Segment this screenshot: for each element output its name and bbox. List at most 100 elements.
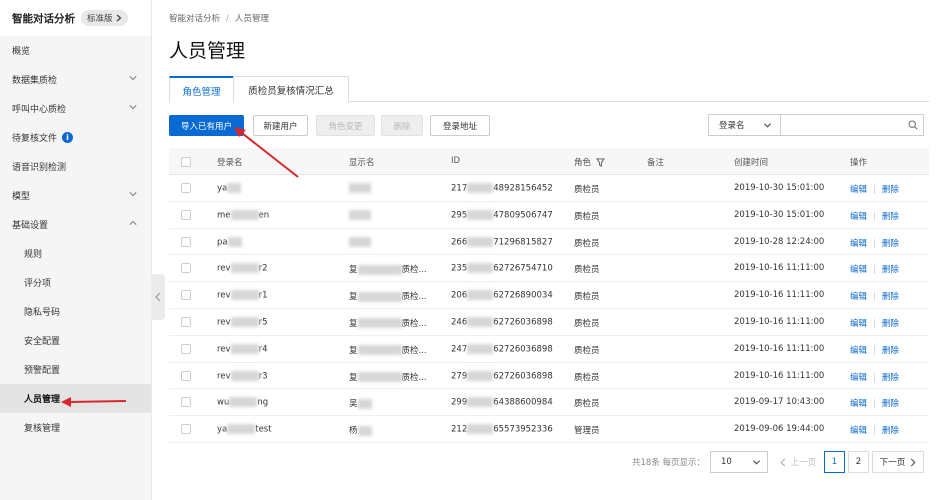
edit-link[interactable]: 编辑 bbox=[850, 426, 867, 436]
search-input[interactable] bbox=[781, 115, 903, 135]
row-checkbox[interactable] bbox=[181, 316, 191, 327]
cell-login-name: wu ng bbox=[217, 397, 268, 408]
display-visible: 复 bbox=[349, 318, 358, 329]
delete-link[interactable]: 删除 bbox=[882, 212, 899, 222]
import-users-button[interactable]: 导入已有用户 bbox=[169, 115, 244, 136]
sidebar-item[interactable]: 复核管理 bbox=[0, 413, 151, 442]
sidebar-item[interactable]: 语音识别检测 bbox=[0, 152, 151, 181]
redacted-text bbox=[357, 345, 402, 356]
table-row[interactable]: me en 295 47809506747 质检员 2019-10-30 15:01:00… bbox=[169, 202, 929, 229]
role-change-button[interactable]: 角色变更 bbox=[316, 115, 375, 136]
cell-display-name: 复 质检... bbox=[349, 344, 427, 356]
sidebar-item[interactable]: 隐私号码 bbox=[0, 297, 151, 326]
cell-login-name: rev r4 bbox=[217, 343, 267, 354]
edit-link[interactable]: 编辑 bbox=[850, 373, 867, 383]
sidebar-item[interactable]: 模型 bbox=[0, 181, 151, 210]
row-checkbox[interactable] bbox=[181, 263, 191, 274]
table-row[interactable]: rev r5 复 质检... 246 62726036898 质检员 2019-10-16 1… bbox=[169, 309, 929, 336]
edit-link[interactable]: 编辑 bbox=[850, 346, 867, 356]
search-field-value: 登录名 bbox=[719, 121, 745, 131]
page-1-button[interactable]: 1 bbox=[824, 451, 845, 473]
cell-created-time: 2019-09-06 19:44:00 bbox=[734, 424, 825, 435]
edit-link[interactable]: 编辑 bbox=[850, 212, 867, 222]
delete-link[interactable]: 删除 bbox=[882, 265, 899, 275]
sidebar-item[interactable]: 呼叫中心质检 bbox=[0, 94, 151, 123]
search-field-select[interactable]: 登录名 bbox=[709, 115, 781, 135]
sidebar-header: 智能对话分析 标准版 bbox=[0, 0, 151, 36]
page-2-button[interactable]: 2 bbox=[848, 451, 869, 473]
delete-link[interactable]: 删除 bbox=[882, 346, 899, 356]
sidebar-item[interactable]: 预警配置 bbox=[0, 355, 151, 384]
edition-badge[interactable]: 标准版 bbox=[81, 10, 128, 26]
delete-link[interactable]: 删除 bbox=[882, 239, 899, 249]
sidebar-item[interactable]: 概览 bbox=[0, 36, 151, 65]
row-checkbox[interactable] bbox=[181, 236, 191, 247]
row-checkbox[interactable] bbox=[181, 370, 191, 381]
new-user-button[interactable]: 新建用户 bbox=[253, 115, 308, 136]
redacted-text bbox=[357, 425, 372, 436]
login-visible: wu bbox=[217, 397, 230, 408]
table-row[interactable]: rev r2 复 质检... 235 62726754710 质检员 2019-10-16 1… bbox=[169, 255, 929, 283]
sidebar-item[interactable]: 评分项 bbox=[0, 268, 151, 297]
table-row[interactable]: rev r3 复 质检... 279 62726036898 质检员 2019-10-16 1… bbox=[169, 363, 929, 390]
cell-role: 质检员 bbox=[574, 265, 600, 276]
edit-link[interactable]: 编辑 bbox=[850, 185, 867, 195]
table-row[interactable]: wu ng 吴 299 64388600984 质检员 2019-09-17 10:43:0… bbox=[169, 389, 929, 417]
cell-display-name: 杨 bbox=[349, 424, 372, 436]
select-all-checkbox[interactable] bbox=[181, 157, 191, 167]
edit-link[interactable]: 编辑 bbox=[850, 319, 867, 329]
search-bar: 登录名 bbox=[708, 114, 924, 136]
edit-link[interactable]: 编辑 bbox=[850, 399, 867, 409]
delete-link[interactable]: 删除 bbox=[882, 373, 899, 383]
info-icon[interactable]: i bbox=[62, 132, 74, 143]
table-row[interactable]: ya 217 48928156452 质检员 2019-10-30 15:01:00 编辑… bbox=[169, 175, 929, 202]
delete-link[interactable]: 删除 bbox=[882, 426, 899, 436]
cell-created-time: 2019-10-30 15:01:00 bbox=[734, 209, 825, 220]
row-checkbox[interactable] bbox=[181, 424, 191, 435]
tab-role-management[interactable]: 角色管理 bbox=[169, 76, 234, 103]
table-row[interactable]: pa 266 71296815827 质检员 2019-10-28 12:24:00 编辑… bbox=[169, 229, 929, 256]
cell-created-time: 2019-10-16 11:11:00 bbox=[734, 316, 825, 327]
prev-page-button[interactable]: 上一页 bbox=[774, 451, 822, 473]
display-tail: 质检... bbox=[401, 345, 427, 356]
breadcrumb-root[interactable]: 智能对话分析 bbox=[169, 14, 220, 24]
row-checkbox[interactable] bbox=[181, 183, 191, 193]
table-row[interactable]: rev r4 复 质检... 247 62726036898 质检员 2019-10-16 1… bbox=[169, 336, 929, 363]
page-size-select[interactable]: 10 bbox=[710, 451, 768, 473]
search-icon[interactable] bbox=[903, 115, 923, 135]
delete-link[interactable]: 删除 bbox=[882, 292, 899, 302]
edit-link[interactable]: 编辑 bbox=[850, 292, 867, 302]
tab-reviewer-summary[interactable]: 质检员复核情况汇总 bbox=[233, 76, 349, 102]
table-row[interactable]: rev r1 复 质检... 206 62726890034 质检员 2019-10-16 1… bbox=[169, 282, 929, 309]
edit-link[interactable]: 编辑 bbox=[850, 265, 867, 275]
row-checkbox[interactable] bbox=[181, 343, 191, 354]
filter-icon[interactable] bbox=[595, 158, 605, 167]
cell-login-name: me en bbox=[217, 209, 269, 220]
sidebar-item[interactable]: 基础设置 bbox=[0, 210, 151, 239]
delete-link[interactable]: 删除 bbox=[882, 185, 899, 195]
delete-button[interactable]: 删除 bbox=[381, 115, 423, 136]
chevron-down-icon bbox=[129, 192, 137, 197]
delete-link[interactable]: 删除 bbox=[882, 319, 899, 329]
tab-label: 角色管理 bbox=[182, 86, 221, 98]
id-tail: 62726036898 bbox=[493, 317, 553, 328]
main-content: 智能对话分析 / 人员管理 人员管理 角色管理 质检员复核情况汇总 导入已有用户 新… bbox=[152, 0, 942, 500]
edit-link[interactable]: 编辑 bbox=[850, 239, 867, 249]
next-page-button[interactable]: 下一页 bbox=[872, 451, 924, 473]
row-checkbox[interactable] bbox=[181, 397, 191, 408]
table-row[interactable]: ya test 杨 212 65573952336 管理员 2019-09-06 19:44… bbox=[169, 416, 929, 443]
sidebar-item[interactable]: 规则 bbox=[0, 239, 151, 268]
cell-display-name: 复 质检... bbox=[349, 317, 427, 329]
delete-link[interactable]: 删除 bbox=[882, 399, 899, 409]
row-checkbox[interactable] bbox=[181, 209, 191, 220]
sidebar-item[interactable]: 人员管理 bbox=[0, 384, 151, 413]
sidebar-item[interactable]: 安全配置 bbox=[0, 326, 151, 355]
sidebar-item[interactable]: 数据集质检 bbox=[0, 65, 151, 94]
id-head: 299 bbox=[451, 397, 468, 408]
breadcrumb-current: 人员管理 bbox=[234, 14, 269, 24]
login-tail: r5 bbox=[258, 317, 268, 328]
row-checkbox[interactable] bbox=[181, 290, 191, 301]
sidebar-item[interactable]: 待复核文件 i bbox=[0, 123, 151, 152]
table-header: 登录名 显示名 ID 角色 备注 创建时间 操作 bbox=[169, 148, 929, 175]
login-address-button[interactable]: 登录地址 bbox=[430, 115, 490, 136]
